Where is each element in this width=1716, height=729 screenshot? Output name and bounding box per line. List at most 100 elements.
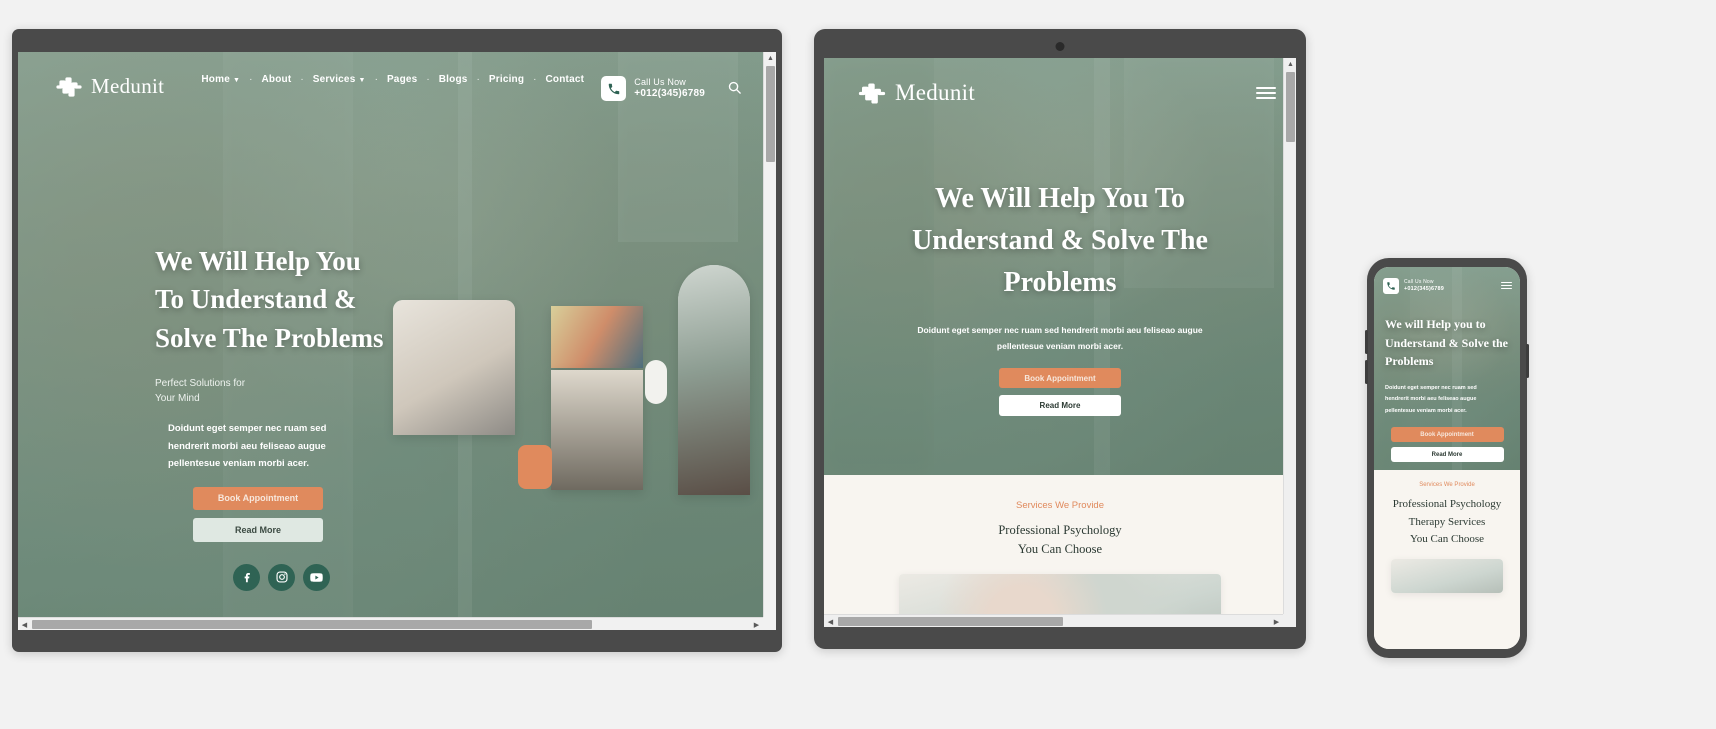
nav-item-pricing[interactable]: Pricing — [489, 74, 524, 85]
hero-content: We Will Help You To Understand & Solve T… — [155, 242, 385, 591]
tablet-camera — [1055, 42, 1065, 51]
hamburger-bar — [1256, 87, 1276, 89]
hamburger-bar — [1501, 284, 1512, 287]
hero-heading: We will Help you to Understand & Solve t… — [1385, 317, 1509, 369]
services-eyebrow: Services We Provide — [1419, 482, 1475, 488]
scroll-right-arrow[interactable]: ▶ — [750, 618, 763, 630]
social-links — [233, 563, 385, 591]
scroll-left-arrow[interactable]: ◀ — [824, 615, 837, 627]
scrollbar-corner — [763, 617, 776, 630]
nav-separator: · — [533, 74, 537, 85]
phone-icon — [601, 76, 627, 101]
tablet-device-frame: Medunit We Will Help You To Understand &… — [814, 29, 1306, 649]
call-number: +012(345)6789 — [1404, 285, 1445, 292]
desktop-screen: Medunit Home ▼ · About · Services ▼ · Pa… — [18, 52, 776, 630]
nav-item-home[interactable]: Home ▼ — [201, 74, 240, 85]
medical-cross-pulse-logo-icon — [858, 81, 886, 106]
call-us-block[interactable]: Call Us Now +012(345)6789 — [1383, 278, 1444, 294]
facebook-icon[interactable] — [233, 563, 260, 591]
nav-item-pages[interactable]: Pages — [387, 74, 417, 85]
hero-paragraph: Doidunt eget semper nec ruam sed hendrer… — [917, 325, 1203, 352]
tablet-screen: Medunit We Will Help You To Understand &… — [824, 58, 1296, 627]
hamburger-bar — [1256, 92, 1276, 94]
nav-separator: · — [426, 74, 430, 85]
mobile-services-section: Services We Provide Professional Psychol… — [1374, 470, 1520, 649]
read-more-button[interactable]: Read More — [1390, 447, 1504, 463]
vertical-scrollbar[interactable]: ▲ ▼ — [763, 52, 776, 630]
call-text: Call Us Now +012(345)6789 — [634, 77, 705, 101]
site-header: Medunit Home ▼ · About · Services ▼ · Pa… — [18, 52, 776, 101]
book-appointment-button[interactable]: Book Appointment — [193, 486, 323, 510]
services-eyebrow: Services We Provide — [1016, 500, 1104, 511]
hamburger-bar — [1501, 288, 1512, 290]
horizontal-scroll-thumb[interactable] — [838, 617, 1063, 626]
call-number: +012(345)6789 — [634, 87, 705, 99]
hero-content: We Will Help You To Understand & Solve T… — [874, 178, 1246, 417]
collage-card-3 — [551, 370, 643, 490]
call-label: Call Us Now — [634, 76, 686, 87]
hamburger-bar — [1501, 281, 1512, 283]
search-icon — [727, 80, 742, 98]
nav-separator: · — [476, 74, 480, 85]
phone-icon — [1383, 278, 1399, 294]
instagram-icon[interactable] — [268, 563, 295, 591]
brand-logo[interactable]: Medunit — [858, 80, 975, 106]
tablet-hero: Medunit We Will Help You To Understand &… — [824, 58, 1296, 475]
read-more-button[interactable]: Read More — [193, 517, 323, 542]
scroll-right-arrow[interactable]: ▶ — [1270, 615, 1283, 627]
hamburger-menu-button[interactable] — [1256, 85, 1276, 101]
hero-paragraph: Doidunt eget semper nec ruam sed hendrer… — [1385, 384, 1477, 414]
hero-heading: We Will Help You To Understand & Solve T… — [912, 183, 1208, 298]
collage-card-4 — [678, 265, 750, 495]
nav-separator: · — [300, 74, 304, 85]
horizontal-scrollbar[interactable]: ◀ ▶ — [824, 614, 1296, 627]
youtube-icon[interactable] — [303, 563, 330, 591]
nav-item-about[interactable]: About — [261, 74, 291, 85]
brand-name: Medunit — [91, 74, 165, 98]
chevron-down-icon: ▼ — [232, 77, 241, 84]
horizontal-scroll-thumb[interactable] — [32, 620, 592, 629]
call-us-block[interactable]: Call Us Now +012(345)6789 — [601, 76, 705, 101]
hamburger-bar — [1256, 97, 1276, 99]
mobile-screen: Call Us Now +012(345)6789 We will Help y… — [1374, 267, 1520, 649]
nav-separator: · — [249, 74, 253, 85]
hero-subtitle: Perfect Solutions for Your Mind — [155, 377, 246, 405]
collage-card-1 — [393, 300, 515, 435]
responsive-preview-stage: Medunit Home ▼ · About · Services ▼ · Pa… — [0, 0, 1716, 729]
book-appointment-button[interactable]: Book Appointment — [999, 368, 1121, 389]
vertical-scrollbar[interactable]: ▲ ▼ — [1283, 58, 1296, 627]
book-appointment-button[interactable]: Book Appointment — [1390, 427, 1504, 443]
power-button[interactable] — [1526, 344, 1529, 378]
collage-card-2 — [551, 306, 643, 368]
mobile-hero: Call Us Now +012(345)6789 We will Help y… — [1374, 267, 1520, 470]
collage-pill-light — [645, 360, 667, 404]
primary-nav: Home ▼ · About · Services ▼ · Pages · Bl… — [164, 74, 601, 85]
desktop-device-frame: Medunit Home ▼ · About · Services ▼ · Pa… — [12, 29, 782, 652]
read-more-button[interactable]: Read More — [999, 395, 1121, 417]
scroll-left-arrow[interactable]: ◀ — [18, 618, 31, 630]
scrollbar-corner — [1283, 614, 1296, 627]
site-header: Call Us Now +012(345)6789 — [1374, 267, 1520, 294]
search-button[interactable] — [727, 80, 742, 98]
service-card[interactable] — [1391, 558, 1503, 593]
horizontal-scrollbar[interactable]: ◀ ▶ — [18, 617, 776, 630]
desktop-viewport: Medunit Home ▼ · About · Services ▼ · Pa… — [18, 52, 776, 630]
nav-item-contact[interactable]: Contact — [546, 74, 585, 85]
nav-separator: · — [374, 74, 378, 85]
call-text: Call Us Now +012(345)6789 — [1404, 279, 1444, 292]
brand-name: Medunit — [895, 80, 976, 105]
chevron-down-icon: ▼ — [358, 77, 366, 84]
tablet-services-section: Services We Provide Professional Psychol… — [824, 475, 1296, 627]
volume-button[interactable] — [1365, 360, 1368, 384]
hamburger-menu-button[interactable] — [1501, 281, 1512, 290]
mobile-device-frame: Call Us Now +012(345)6789 We will Help y… — [1365, 258, 1529, 658]
volume-button[interactable] — [1365, 330, 1368, 354]
nav-item-services[interactable]: Services ▼ — [313, 74, 366, 85]
hero-content: We will Help you to Understand & Solve t… — [1385, 315, 1509, 463]
services-title: Professional Psychology You Can Choose — [998, 523, 1122, 557]
medical-cross-pulse-logo-icon — [56, 75, 82, 99]
hero-paragraph: Doidunt eget semper nec ruam sed hendrer… — [168, 422, 327, 470]
collage-pill-accent — [518, 445, 552, 489]
brand-logo[interactable]: Medunit — [56, 74, 164, 99]
nav-item-blogs[interactable]: Blogs — [439, 74, 468, 85]
